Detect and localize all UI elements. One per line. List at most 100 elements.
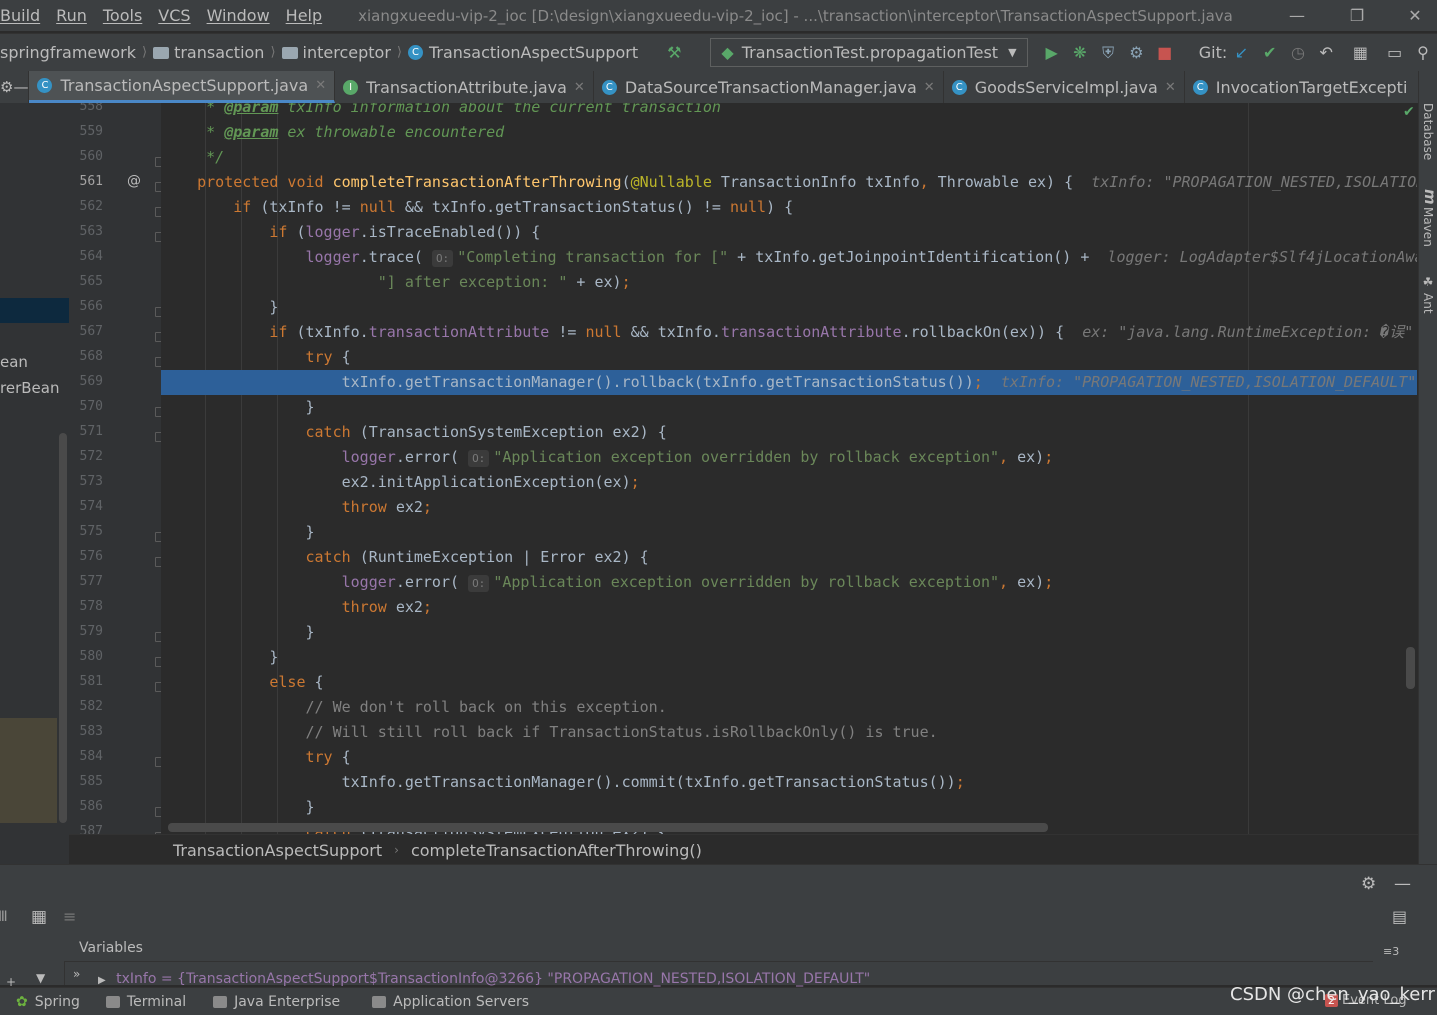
line-number[interactable]: 566	[69, 299, 103, 314]
gear-icon[interactable]: ⚙	[0, 78, 13, 96]
line-number[interactable]: 575	[69, 524, 103, 539]
line-number[interactable]: 558	[69, 103, 103, 114]
coverage-icon[interactable]: ⛨	[1098, 42, 1118, 64]
line-number[interactable]: 578	[69, 599, 103, 614]
code-line[interactable]: }	[161, 395, 1417, 420]
code-line[interactable]: logger.trace( O: "Completing transaction …	[161, 245, 1417, 270]
tab-invocation-target-exception[interactable]: C InvocationTargetExcepti	[1185, 71, 1416, 103]
spring-tool-button[interactable]: ✿ Spring	[16, 994, 80, 1010]
code-line[interactable]: }	[161, 795, 1417, 820]
editor-crumb-class[interactable]: TransactionAspectSupport	[173, 841, 382, 860]
close-tab-icon[interactable]: ✕	[924, 80, 935, 95]
line-number[interactable]: 567	[69, 324, 103, 339]
project-item[interactable]: ean	[0, 353, 28, 371]
code-line[interactable]: if (logger.isTraceEnabled()) {	[161, 220, 1417, 245]
close-window-button[interactable]: ✕	[1395, 0, 1435, 31]
line-number[interactable]: 562	[69, 199, 103, 214]
profile-icon[interactable]: ⚙	[1126, 42, 1146, 64]
breadcrumb-springframework[interactable]: springframework ⟩	[0, 43, 153, 62]
code-line[interactable]: logger.error( O: "Application exception o…	[161, 570, 1417, 595]
line-number[interactable]: 563	[69, 224, 103, 239]
project-selected-row[interactable]	[0, 298, 69, 323]
tab-transaction-aspect-support[interactable]: C TransactionAspectSupport.java ✕	[29, 71, 336, 103]
build-hammer-icon[interactable]: ⚒	[664, 42, 684, 64]
threads-icon[interactable]: ≡	[63, 907, 76, 926]
project-structure-icon[interactable]: ▦	[1350, 42, 1370, 64]
code-line[interactable]: "] after exception: " + ex);	[161, 270, 1417, 295]
line-number[interactable]: 583	[69, 724, 103, 739]
tab-datasource-transaction-manager[interactable]: C DataSourceTransactionManager.java ✕	[594, 71, 944, 103]
line-number[interactable]: 574	[69, 499, 103, 514]
code-line[interactable]: }	[161, 520, 1417, 545]
search-icon[interactable]: ⚲	[1413, 42, 1433, 64]
line-number[interactable]: 573	[69, 474, 103, 489]
line-number[interactable]: 569	[69, 374, 103, 389]
line-number[interactable]: 577	[69, 574, 103, 589]
close-tab-icon[interactable]: ✕	[574, 80, 585, 95]
code-line[interactable]: }	[161, 645, 1417, 670]
code-line[interactable]: * @param txInfo information about the cu…	[161, 103, 1417, 120]
code-line[interactable]: txInfo.getTransactionManager().commit(tx…	[161, 770, 1417, 795]
stop-icon[interactable]: ■	[1155, 42, 1175, 64]
git-commit-icon[interactable]: ✔	[1260, 42, 1280, 64]
menu-help[interactable]: Help	[278, 6, 330, 25]
menu-window[interactable]: Window	[199, 6, 278, 25]
restore-button[interactable]: ❐	[1337, 0, 1377, 31]
menu-run[interactable]: Run	[48, 6, 95, 25]
menu-tools[interactable]: Tools	[95, 6, 150, 25]
breadcrumb-transaction[interactable]: transaction ⟩	[153, 43, 281, 62]
maven-tool-button[interactable]: Maven	[1421, 207, 1435, 247]
line-number[interactable]: 571	[69, 424, 103, 439]
line-number[interactable]: 582	[69, 699, 103, 714]
line-number[interactable]: 587	[69, 824, 103, 834]
code-line[interactable]: logger.error( O: "Application exception o…	[161, 445, 1417, 470]
tab-goods-service-impl[interactable]: C GoodsServiceImpl.java ✕	[944, 71, 1185, 103]
git-rollback-icon[interactable]: ↶	[1316, 42, 1336, 64]
close-tab-icon[interactable]: ✕	[1165, 80, 1176, 95]
code-line[interactable]: }	[161, 295, 1417, 320]
line-number[interactable]: 585	[69, 774, 103, 789]
layout-icon[interactable]: ▤	[1392, 907, 1407, 926]
project-scrollbar[interactable]	[59, 433, 67, 823]
code-line[interactable]: try {	[161, 745, 1417, 770]
code-line[interactable]: catch (RuntimeException | Error ex2) {	[161, 545, 1417, 570]
code-line[interactable]: if (txInfo.transactionAttribute != null …	[161, 320, 1417, 345]
line-number[interactable]: 564	[69, 249, 103, 264]
code-line[interactable]: ex2.initApplicationException(ex);	[161, 470, 1417, 495]
line-number[interactable]: 584	[69, 749, 103, 764]
code-line[interactable]: else {	[161, 670, 1417, 695]
line-number[interactable]: 559	[69, 124, 103, 139]
code-line[interactable]: // We don't roll back on this exception.	[161, 695, 1417, 720]
code-line[interactable]: throw ex2;	[161, 595, 1417, 620]
ant-tool-button[interactable]: Ant	[1421, 293, 1435, 314]
expand-more-icon[interactable]: »	[73, 967, 80, 981]
code-line[interactable]: // Will still roll back if TransactionSt…	[161, 720, 1417, 745]
git-history-icon[interactable]: ◷	[1288, 42, 1308, 64]
database-tool-button[interactable]: Database	[1421, 103, 1435, 160]
annotation-gutter-icon[interactable]: @	[127, 173, 141, 189]
expand-arrow-icon[interactable]: ▶	[98, 975, 106, 986]
git-update-icon[interactable]: ↙	[1231, 42, 1251, 64]
code-line[interactable]: }	[161, 620, 1417, 645]
line-number[interactable]: 579	[69, 624, 103, 639]
table-icon[interactable]: ▦	[31, 907, 47, 927]
line-number[interactable]: 565	[69, 274, 103, 289]
run-configuration-select[interactable]: ◆ TransactionTest.propagationTest ▼	[710, 38, 1028, 67]
debug-icon[interactable]: ❋	[1070, 42, 1090, 64]
line-number[interactable]: 586	[69, 799, 103, 814]
breadcrumb-class[interactable]: C TransactionAspectSupport	[407, 43, 638, 62]
line-number[interactable]: 570	[69, 399, 103, 414]
menu-build[interactable]: Build	[0, 6, 48, 25]
code-line[interactable]: throw ex2;	[161, 495, 1417, 520]
application-servers-tool-button[interactable]: Application Servers	[372, 994, 529, 1010]
breadcrumb-interceptor[interactable]: interceptor ⟩	[281, 43, 408, 62]
minimize-button[interactable]: —	[1277, 0, 1317, 31]
line-number[interactable]: 572	[69, 449, 103, 464]
menu-vcs[interactable]: VCS	[150, 6, 198, 25]
run-icon[interactable]: ▶	[1042, 42, 1062, 64]
code-line[interactable]: */	[161, 145, 1417, 170]
line-number[interactable]: 581	[69, 674, 103, 689]
tab-transaction-attribute[interactable]: I TransactionAttribute.java ✕	[335, 71, 594, 103]
code-line-current-execution[interactable]: txInfo.getTransactionManager().rollback(…	[161, 370, 1417, 395]
text-cursor-icon[interactable]: Ⅲ	[0, 909, 8, 925]
